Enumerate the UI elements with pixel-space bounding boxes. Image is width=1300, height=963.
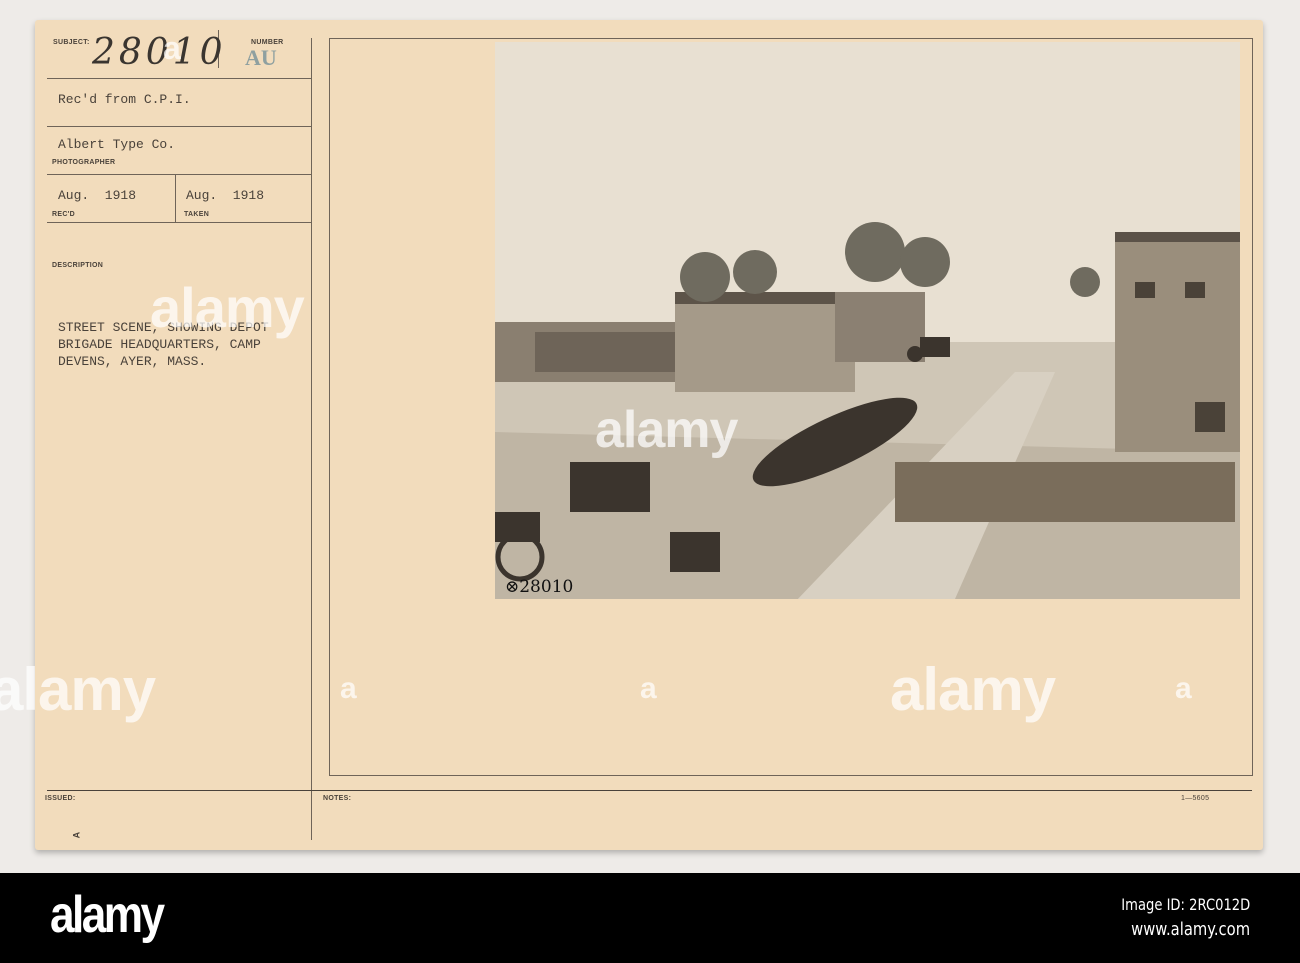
photo-caption: ⊗28010 <box>505 577 573 597</box>
notes-label: NOTES: <box>323 795 352 802</box>
watermark: alamy <box>150 276 305 339</box>
issued-label: ISSUED: <box>45 795 76 802</box>
taken-label: TAKEN <box>184 211 210 218</box>
divider <box>47 174 311 175</box>
recd-date: Aug. 1918 <box>58 188 137 203</box>
divider <box>47 222 311 223</box>
subject-number: 28010 <box>92 32 227 73</box>
recd-label: REC'D <box>52 211 75 218</box>
alamy-footer: alamy Image ID: 2RC012D www.alamy.com <box>0 873 1300 963</box>
photographer-label: PHOTOGRAPHER <box>52 159 116 166</box>
alamy-logo: alamy <box>50 886 165 944</box>
image-id: Image ID: 2RC012D <box>1121 895 1250 914</box>
divider <box>175 175 176 222</box>
divider <box>47 78 311 79</box>
photograph-street-scene: ⊗28010 <box>495 42 1240 602</box>
watermark-letter: a <box>640 672 657 705</box>
divider <box>47 126 311 127</box>
watermark: alamy <box>595 401 738 459</box>
corner-mark: A <box>71 831 82 839</box>
column-divider <box>311 38 312 840</box>
watermark-letter: a <box>1175 672 1192 705</box>
received-from: Rec'd from C.P.I. <box>58 92 191 107</box>
alamy-url[interactable]: www.alamy.com <box>1131 919 1250 940</box>
watermark: alamy <box>0 656 156 723</box>
form-number: 1—5605 <box>1181 795 1210 802</box>
watermark: alamy <box>890 656 1056 723</box>
photographer: Albert Type Co. <box>58 137 176 152</box>
description-label: DESCRIPTION <box>52 262 104 269</box>
subject-label: SUBJECT: <box>53 39 90 46</box>
divider <box>47 790 1252 791</box>
watermark-letter: a <box>163 30 181 66</box>
photo-image: ⊗28010 <box>495 42 1240 602</box>
taken-date: Aug. 1918 <box>186 188 265 203</box>
watermark-letter: a <box>340 672 357 705</box>
number-stamp: AU <box>245 45 277 70</box>
